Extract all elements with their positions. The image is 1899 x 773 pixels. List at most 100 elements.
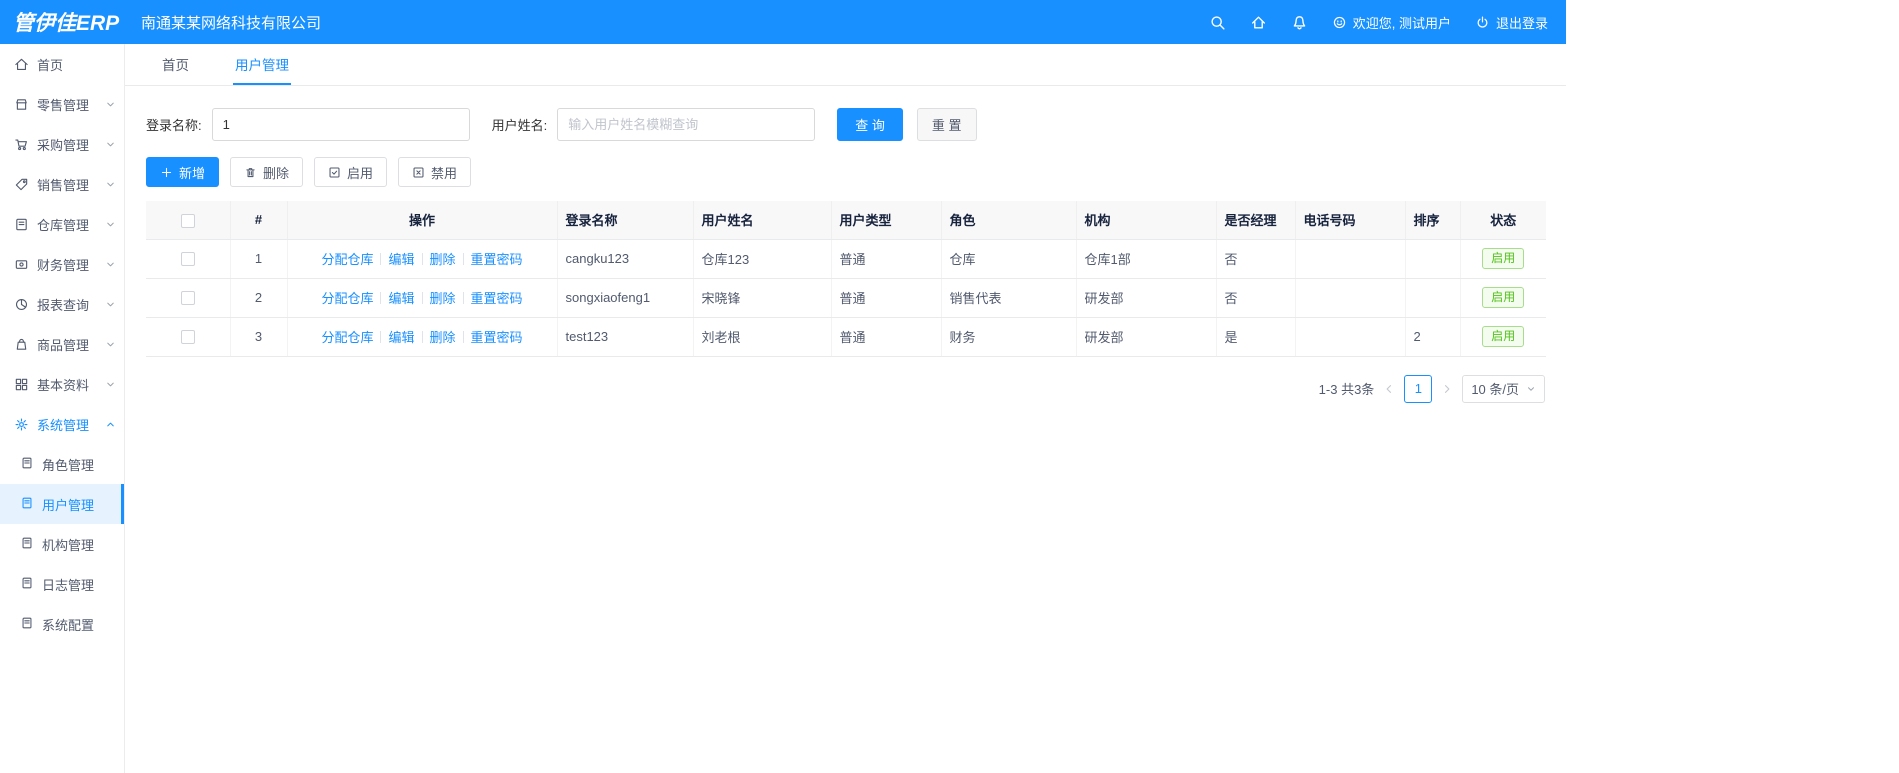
login-name-input[interactable]	[211, 108, 470, 141]
pie-chart-icon	[14, 297, 29, 312]
sidebar-item-goods[interactable]: 商品管理	[0, 324, 124, 364]
reset-button[interactable]: 重 置	[916, 108, 977, 141]
select-all-checkbox[interactable]	[180, 213, 195, 228]
action-assign-warehouse[interactable]: 分配仓库	[321, 327, 373, 346]
disable-button-label: 禁用	[431, 165, 458, 181]
action-delete[interactable]: 删除	[430, 327, 456, 346]
col-name: 用户姓名	[693, 201, 832, 240]
cell-role: 销售代表	[941, 278, 1077, 318]
separator	[380, 291, 382, 304]
sidebar: 首页 零售管理 采购管理 销售管理 仓库管理 财务管理 报表查询 商品管理 基本…	[0, 44, 125, 773]
action-assign-warehouse[interactable]: 分配仓库	[321, 249, 373, 268]
row-checkbox[interactable]	[180, 252, 195, 267]
sidebar-item-home[interactable]: 首页	[0, 44, 124, 84]
disable-button[interactable]: 禁用	[398, 157, 472, 187]
shop-icon	[14, 97, 29, 112]
sidebar-item-basic-data[interactable]: 基本资料	[0, 364, 124, 404]
col-phone: 电话号码	[1295, 201, 1406, 240]
page-size-value: 10 条/页	[1471, 382, 1519, 397]
trash-icon	[246, 167, 255, 177]
tab-home[interactable]: 首页	[160, 54, 191, 85]
sidebar-item-org-management[interactable]: 机构管理	[0, 524, 124, 564]
action-reset-password[interactable]: 重置密码	[471, 288, 523, 307]
bell-icon[interactable]	[1291, 14, 1308, 31]
user-name-input[interactable]	[557, 108, 816, 141]
action-edit[interactable]: 编辑	[388, 249, 414, 268]
sidebar-item-label: 首页	[37, 57, 64, 73]
col-login: 登录名称	[557, 201, 694, 240]
document-icon	[20, 576, 34, 593]
row-checkbox[interactable]	[180, 291, 195, 306]
chevron-down-icon	[105, 339, 116, 350]
home-icon[interactable]	[1250, 14, 1267, 31]
sidebar-item-log-management[interactable]: 日志管理	[0, 564, 124, 604]
tab-user-management[interactable]: 用户管理	[233, 54, 291, 85]
separator	[462, 291, 464, 304]
col-index: #	[230, 201, 288, 240]
sidebar-item-finance[interactable]: 财务管理	[0, 244, 124, 284]
document-icon	[20, 536, 34, 553]
logout-button[interactable]: 退出登录	[1475, 13, 1548, 32]
sidebar-item-sales[interactable]: 销售管理	[0, 164, 124, 204]
separator	[380, 330, 382, 343]
separator	[462, 330, 464, 343]
separator	[380, 252, 382, 265]
cell-org: 研发部	[1076, 317, 1217, 357]
cell-manager: 是	[1216, 317, 1296, 357]
cell-name: 刘老根	[693, 317, 832, 357]
cell-index: 1	[230, 239, 288, 279]
chevron-up-icon	[105, 419, 116, 430]
grid-icon	[14, 377, 29, 392]
search-button[interactable]: 查 询	[837, 108, 903, 141]
action-reset-password[interactable]: 重置密码	[471, 249, 523, 268]
pagination: 1-3 共3条 1 10 条/页	[146, 374, 1545, 403]
chevron-left-icon	[1386, 384, 1392, 393]
cell-manager: 否	[1216, 239, 1296, 279]
sidebar-item-user-management[interactable]: 用户管理	[0, 484, 124, 524]
status-badge: 启用	[1482, 326, 1525, 347]
chevron-down-icon	[105, 179, 116, 190]
search-icon[interactable]	[1209, 14, 1226, 31]
sidebar-item-system-config[interactable]: 系统配置	[0, 604, 124, 644]
sidebar-item-retail[interactable]: 零售管理	[0, 84, 124, 124]
action-delete[interactable]: 删除	[430, 288, 456, 307]
welcome-text: 欢迎您, 测试用户	[1352, 15, 1451, 31]
col-role: 角色	[941, 201, 1077, 240]
action-reset-password[interactable]: 重置密码	[471, 327, 523, 346]
action-delete[interactable]: 删除	[430, 249, 456, 268]
app-window: 管伊佳ERP 南通某某网络科技有限公司 欢迎您, 测试用户 退出登录 首页 零售…	[0, 0, 1566, 773]
row-checkbox[interactable]	[180, 330, 195, 345]
action-assign-warehouse[interactable]: 分配仓库	[321, 288, 373, 307]
table-header-row: # 操作 登录名称 用户姓名 用户类型 角色 机构 是否经理 电话号码 排序 状…	[146, 201, 1546, 240]
sidebar-item-system[interactable]: 系统管理	[0, 404, 124, 444]
separator	[421, 291, 423, 304]
prev-page-button[interactable]	[1383, 383, 1395, 395]
table-row: 2 分配仓库 编辑 删除 重置密码 songxiaofeng1 宋晓锋 普通 销…	[146, 278, 1546, 318]
x-square-icon	[413, 167, 424, 177]
sidebar-item-reports[interactable]: 报表查询	[0, 284, 124, 324]
next-page-button[interactable]	[1441, 383, 1453, 395]
bag-icon	[14, 337, 29, 352]
welcome-user[interactable]: 欢迎您, 测试用户	[1332, 13, 1451, 32]
chevron-down-icon	[1528, 386, 1534, 391]
gear-icon	[14, 417, 29, 432]
filter-bar: 登录名称: 用户姓名: 查 询 重 置	[146, 108, 1545, 141]
action-edit[interactable]: 编辑	[388, 288, 414, 307]
page-size-select[interactable]: 10 条/页	[1462, 374, 1545, 403]
add-button-label: 新增	[179, 165, 206, 181]
company-name: 南通某某网络科技有限公司	[141, 14, 322, 32]
smile-icon	[1332, 15, 1347, 30]
cell-org: 研发部	[1076, 278, 1217, 318]
cell-type: 普通	[831, 278, 942, 318]
delete-button[interactable]: 删除	[230, 157, 304, 187]
enable-button[interactable]: 启用	[314, 157, 388, 187]
header-actions: 欢迎您, 测试用户 退出登录	[1209, 13, 1566, 32]
add-button[interactable]: 新增	[146, 157, 220, 187]
sidebar-item-purchase[interactable]: 采购管理	[0, 124, 124, 164]
chevron-down-icon	[105, 299, 116, 310]
sidebar-item-warehouse[interactable]: 仓库管理	[0, 204, 124, 244]
current-page-button[interactable]: 1	[1404, 374, 1433, 403]
action-edit[interactable]: 编辑	[388, 327, 414, 346]
sidebar-item-role-management[interactable]: 角色管理	[0, 444, 124, 484]
cell-phone	[1295, 278, 1406, 318]
